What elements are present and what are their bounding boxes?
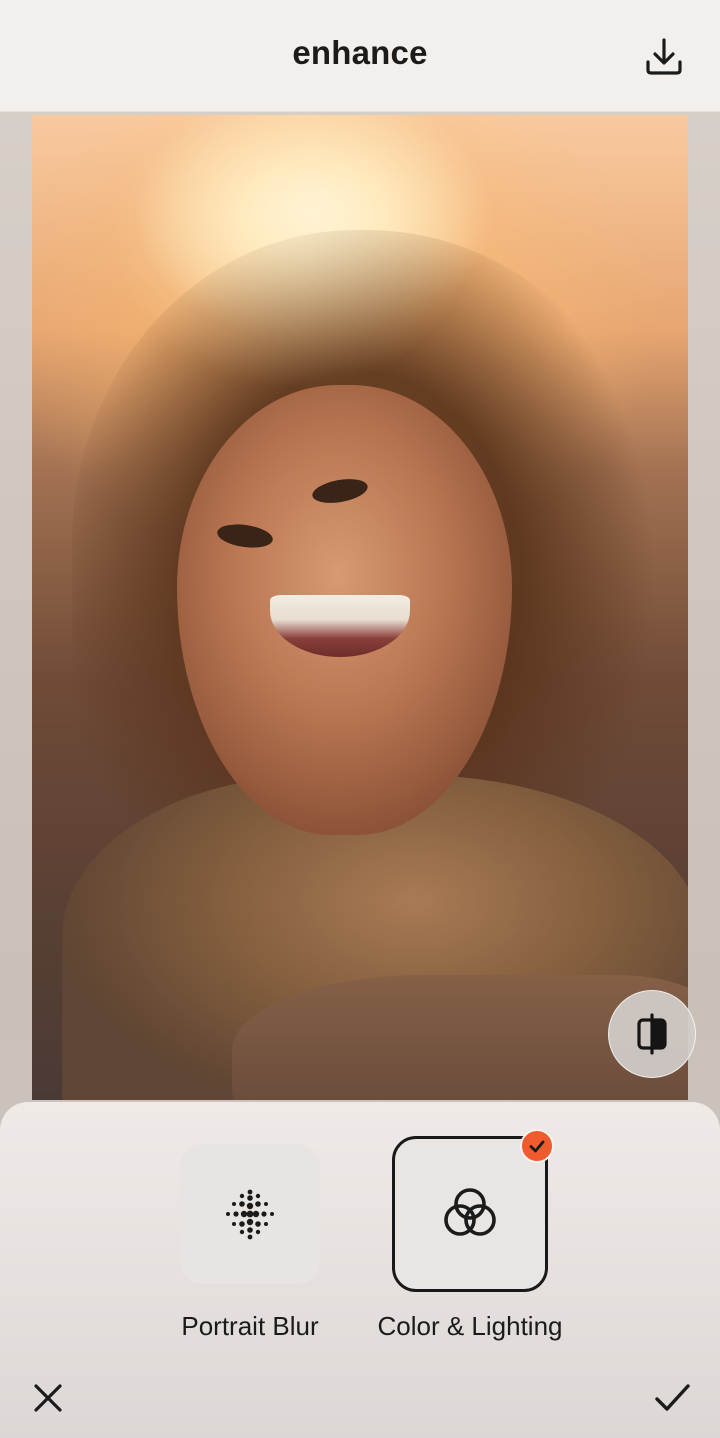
page-title: enhance [292, 34, 428, 71]
download-button[interactable] [638, 30, 690, 82]
color-lighting-label: Color & Lighting [377, 1311, 563, 1341]
confirm-button[interactable] [648, 1374, 696, 1422]
portrait-blur-label: Portrait Blur [181, 1311, 319, 1341]
checkmark-icon [655, 1384, 690, 1411]
selected-check-badge [520, 1129, 554, 1163]
cancel-button[interactable] [26, 1376, 70, 1420]
check-badge-icon [529, 1140, 545, 1153]
photo-preview[interactable] [32, 115, 688, 1100]
sun-flare [32, 115, 688, 1100]
compare-split-icon [637, 1013, 667, 1055]
dot-grid-icon [226, 1189, 274, 1240]
compare-button[interactable] [608, 990, 696, 1078]
portrait-blur-button[interactable] [180, 1144, 320, 1284]
tools-panel [0, 1102, 720, 1438]
close-icon [34, 1384, 62, 1412]
download-icon [646, 38, 682, 75]
interlocking-rings-icon [444, 1188, 496, 1236]
color-lighting-button[interactable] [392, 1136, 548, 1292]
top-bar: enhance [0, 0, 720, 112]
